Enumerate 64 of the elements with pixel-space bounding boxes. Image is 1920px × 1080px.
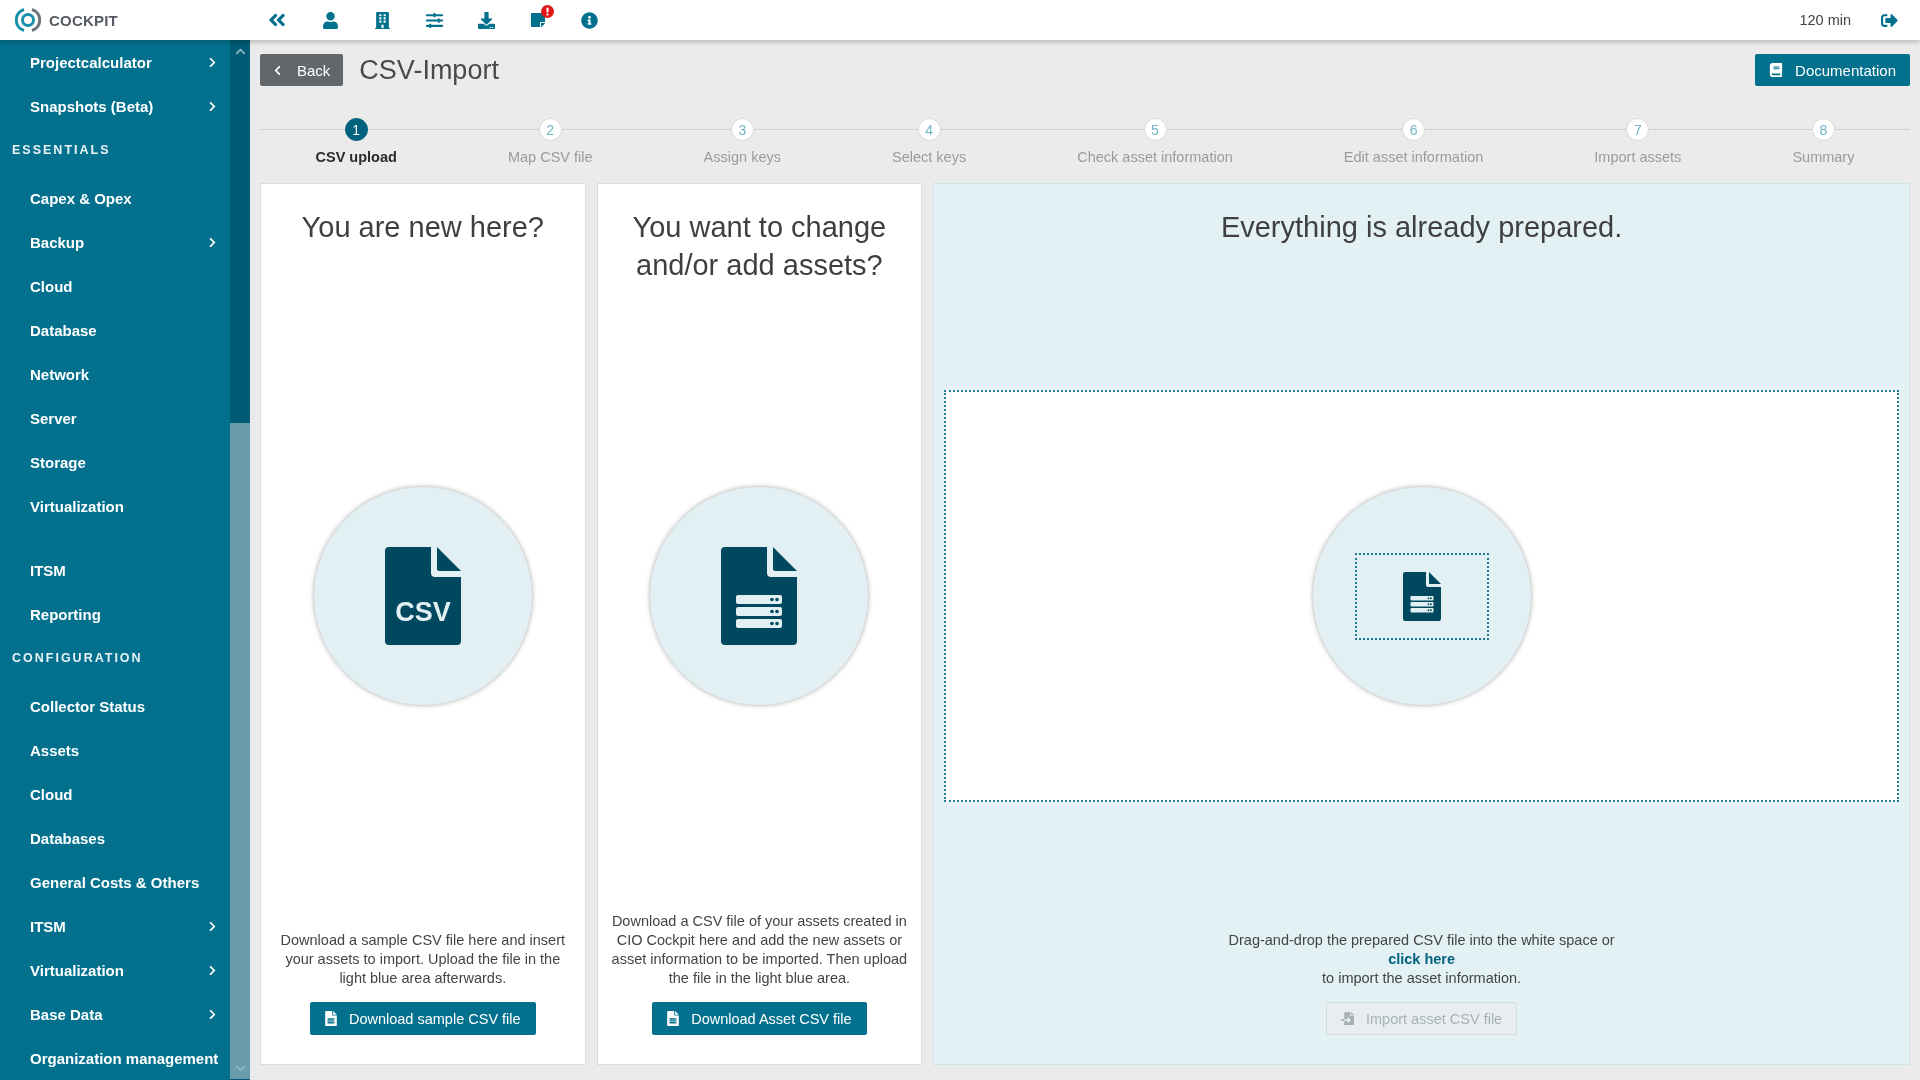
sidebar-section-title: ESSENTIALS: [11, 142, 112, 159]
card-description: Download a CSV file of your assets created in CIO Cockpit here and add the new assets or asset information to be imported. Then upload the file in the light blue area.: [610, 912, 909, 988]
back-button[interactable]: Back: [260, 54, 344, 86]
session-timer: 120 min: [1799, 12, 1851, 28]
info-icon[interactable]: [581, 11, 598, 29]
sidebar-item[interactable]: Virtualization: [0, 484, 231, 528]
sliders-icon[interactable]: [426, 11, 443, 29]
sidebar-item[interactable]: Reporting: [0, 592, 231, 636]
chevron-left-icon: [272, 64, 283, 76]
sidebar-item[interactable]: Cloud: [0, 264, 231, 308]
sidebar-item[interactable]: Collector Status: [0, 684, 231, 728]
step-label: Summary: [1792, 149, 1855, 165]
sidebar-item[interactable]: Database: [0, 308, 231, 352]
document-file-icon: [1402, 571, 1441, 621]
card-title: Everything is already prepared.: [1219, 210, 1624, 245]
step-label: Edit asset information: [1343, 149, 1484, 165]
card-title: You are new here?: [300, 210, 545, 245]
documentation-button[interactable]: Documentation: [1755, 54, 1910, 86]
step-label: CSV upload: [315, 149, 397, 165]
file-icon: [667, 1011, 680, 1026]
scrollbar-thumb[interactable]: [230, 423, 250, 1079]
logo-icon: [15, 7, 41, 33]
step-label: Select keys: [892, 149, 967, 165]
page-title: CSV-Import: [359, 54, 499, 86]
download-button[interactable]: Download Asset CSV file: [652, 1002, 867, 1035]
sidebar-item[interactable]: Assets: [0, 728, 231, 772]
sidebar-item[interactable]: Server: [0, 396, 231, 440]
sidebar-item[interactable]: Base Data: [0, 992, 231, 1036]
user-icon[interactable]: [322, 11, 339, 29]
card-description: Download a sample CSV file here and insert your assets to import. Upload the file in the light blue area afterwards.: [279, 931, 567, 988]
logout-icon[interactable]: [1881, 11, 1898, 29]
sidebar-item[interactable]: Snapshots (Beta): [0, 84, 231, 128]
csv-file-icon: CSV: [384, 547, 461, 645]
sidebar-item[interactable]: Backup: [0, 220, 231, 264]
logo-text: COCKPIT: [49, 11, 118, 29]
sidebar-section-title: CONFIGURATION: [11, 650, 144, 667]
sidebar-item[interactable]: Databases: [0, 816, 231, 860]
click-here-link[interactable]: click here: [1388, 951, 1456, 967]
sidebar-item[interactable]: Storage: [0, 440, 231, 484]
sidebar-item[interactable]: ITSM: [0, 904, 231, 948]
book-icon: [1769, 63, 1784, 77]
sidebar-item[interactable]: Network: [0, 352, 231, 396]
note-icon[interactable]: [530, 12, 546, 28]
step-label: Assign keys: [703, 149, 781, 165]
file-icon: [324, 1011, 337, 1026]
download-button[interactable]: Download sample CSV file: [309, 1002, 536, 1035]
step-number[interactable]: 1: [344, 118, 368, 141]
scroll-up-icon[interactable]: [234, 46, 246, 57]
document-file-icon: [721, 547, 798, 645]
drop-instructions: Drag-and-drop the prepared CSV file into the white space or click here to import the asset information.: [1228, 931, 1615, 988]
card-title: You want to change and/or add assets?: [631, 210, 888, 283]
sidebar-item[interactable]: Virtualization: [0, 948, 231, 992]
file-import-icon: [1341, 1012, 1354, 1025]
building-icon[interactable]: [374, 11, 391, 29]
sidebar-item[interactable]: Capex & Opex: [0, 176, 231, 220]
step-label: Import assets: [1594, 149, 1682, 165]
sidebar-item[interactable]: Projectcalculator: [0, 40, 231, 84]
download-icon[interactable]: [478, 11, 495, 29]
sidebar-item[interactable]: General Costs & Others: [0, 860, 231, 904]
sidebar-item[interactable]: Cloud: [0, 772, 231, 816]
step-label: Check asset information: [1077, 149, 1233, 165]
step-label: Map CSV file: [507, 149, 593, 165]
sidebar-item[interactable]: Organization management: [0, 1036, 231, 1080]
sidebar-item[interactable]: ITSM: [0, 548, 231, 592]
